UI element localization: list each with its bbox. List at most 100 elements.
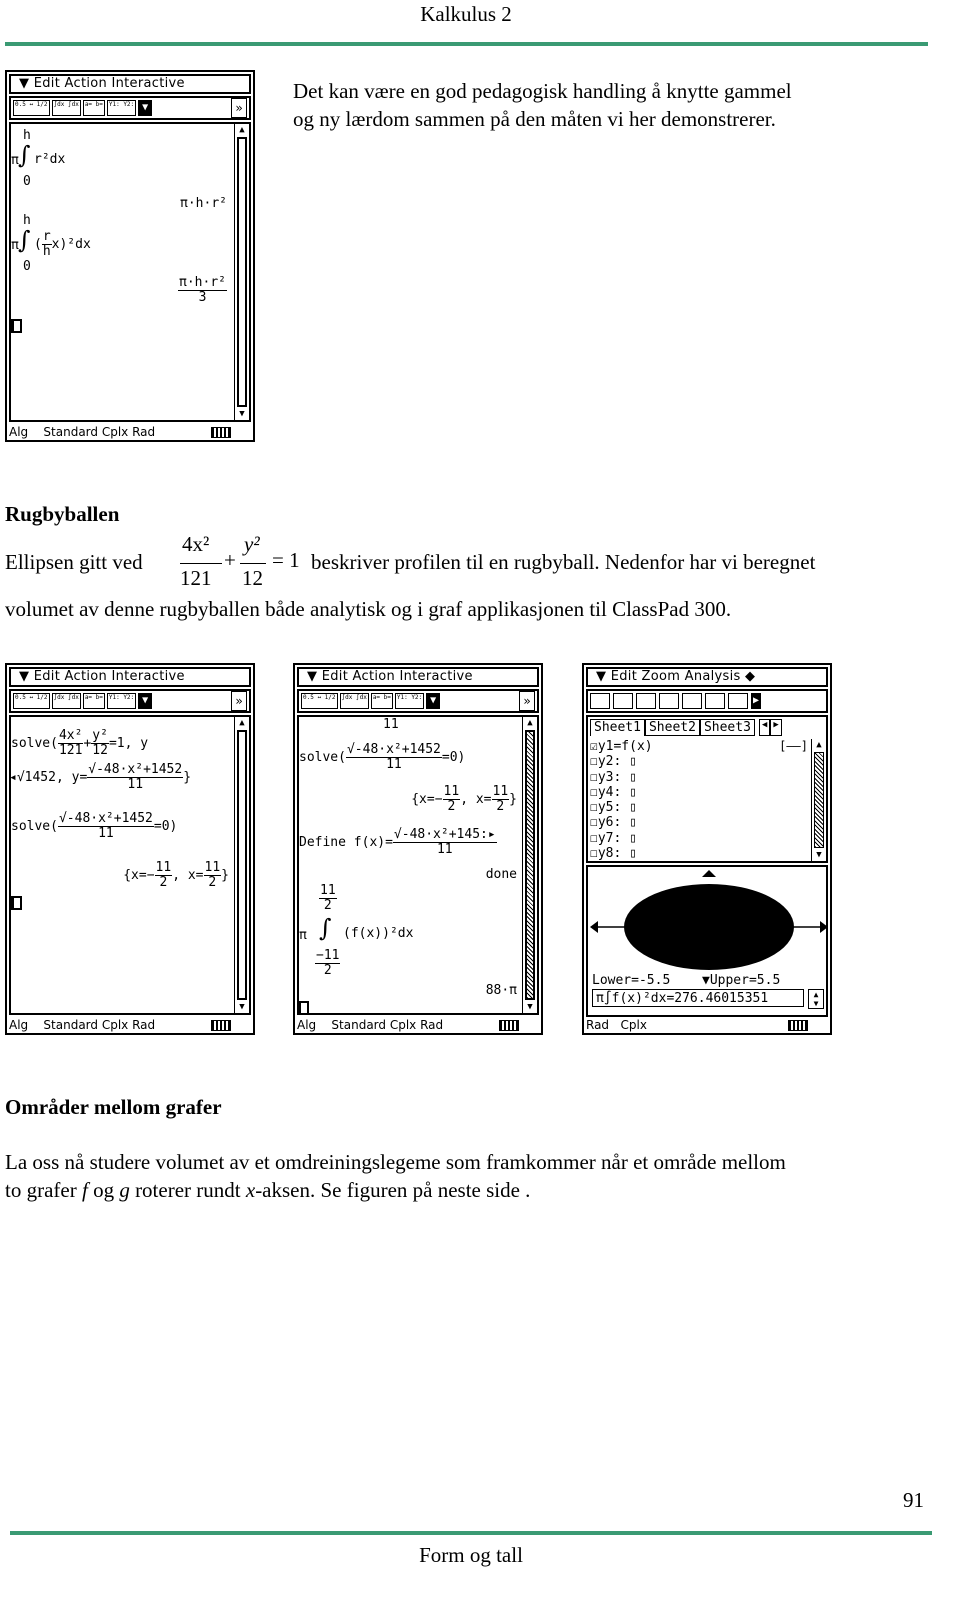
menu-bar: ▼ Edit Zoom Analysis ◆ (586, 667, 828, 687)
integral1-result: π·h·r² (180, 196, 227, 211)
define-function-input: Define f(x)= √-48·x²+145:▸ 11 (299, 827, 497, 857)
result-scroll-icon[interactable]: ▲ ▼ (808, 989, 824, 1009)
tab-sheet1[interactable]: Sheet1 (590, 719, 645, 736)
toolbar: ▶ (586, 689, 828, 713)
section-heading-rugbyballen: Rugbyballen (5, 502, 120, 526)
solve-ellipse-input: solve(4x² 121 + y² 12 =1, y (11, 728, 149, 758)
classpad-screenshot-define-integrate: ▼ Edit Action Interactive 0.5 ↔ 1/2 ∫dx … (293, 663, 543, 1035)
equation-prefix: Ellipsen gitt ved (5, 550, 143, 574)
integral1-body: r²dx (34, 152, 66, 167)
toolbar-function-icon: Y1: Y2: (106, 100, 137, 116)
toolbar-assign-icon: a= b= (370, 693, 393, 709)
intro-line-1: Det kan være en god pedagogisk handling … (293, 79, 792, 103)
scrollbar: ▲ ▼ (522, 717, 537, 1013)
integral-pi: π (299, 928, 307, 943)
menu-bar: ▼ Edit Action Interactive (297, 667, 539, 687)
scroll-track (525, 730, 535, 1000)
scroll-down-icon: ▼ (816, 850, 822, 860)
function-y1[interactable]: ☑y1=f(x) (590, 739, 653, 754)
fraction-bar (240, 563, 266, 564)
section-heading-omrader: Områder mellom grafer (5, 1095, 222, 1119)
toolbar-more-icon: » (231, 691, 247, 711)
solve-zero-input: solve(√-48·x²+1452 11 =0) (299, 742, 466, 772)
line-style-selector[interactable]: [——] (779, 739, 808, 753)
menu-items: Edit Zoom Analysis ◆ (610, 669, 756, 684)
footer-rule (10, 1531, 932, 1535)
integral-body: (f(x))²dx (343, 926, 414, 941)
paragraph-line-1: La oss nå studere volumet av et omdreini… (5, 1150, 786, 1174)
status-bar: Alg Standard Cplx Rad (297, 1017, 539, 1033)
scrollbar: ▲ ▼ (234, 124, 249, 420)
eq-denominator-1: 121 (180, 566, 212, 590)
input-cursor[interactable] (11, 896, 22, 910)
toolbar-function-icon (636, 693, 656, 709)
eq-numerator-1: 4x² (182, 532, 210, 556)
upper-bound: ▼Upper=5.5 (702, 973, 781, 988)
function-y3[interactable]: ☐y3: ▯ (590, 770, 653, 785)
toolbar-zoom-box-icon (682, 693, 702, 709)
toolbar-more-icon: » (231, 98, 247, 118)
function-y2[interactable]: ☐y2: ▯ (590, 754, 653, 769)
scrollbar: ▲ ▼ (234, 717, 249, 1013)
classpad-screenshot-integrals: ▼ Edit Action Interactive 0.5 ↔ 1/2 ∫dx … (5, 70, 255, 442)
ellipse-equation: 4x² 121 + y² 12 = 1 (178, 530, 300, 596)
footer-title: Form og tall (419, 1543, 523, 1567)
toolbar-dropdown-icon: ▼ (138, 693, 153, 709)
input-cursor[interactable] (11, 319, 22, 333)
toolbar-dropdown-icon: ▼ (426, 693, 441, 709)
tab-prev-icon[interactable]: ◀ (758, 719, 771, 736)
toolbar-dropdown-icon: ▼ (138, 100, 153, 116)
toolbar: 0.5 ↔ 1/2 ∫dx ∫dx a= b= Y1: Y2: ▼ » (297, 689, 539, 713)
document-page: Kalkulus 2 ▼ Edit Action Interactive 0.5… (0, 0, 960, 1602)
integral-result: 88·π (485, 983, 517, 998)
integral-upper-limit: 11 2 (319, 883, 337, 913)
function-y5[interactable]: ☐y5: ▯ (590, 800, 653, 815)
menu-bar: ▼ Edit Action Interactive (9, 74, 251, 94)
integral2-body: (r h x)²dx (34, 229, 91, 259)
menu-chevron-icon: ▼ (19, 76, 34, 91)
status-bar: Rad Cplx (586, 1017, 828, 1033)
toolbar: 0.5 ↔ 1/2 ∫dx ∫dx a= b= Y1: Y2: ▼ » (9, 96, 251, 120)
status-text: Rad Cplx (586, 1018, 647, 1032)
toolbar-convert-icon: 0.5 ↔ 1/2 (301, 693, 338, 709)
right-arrow-icon (820, 921, 828, 933)
scroll-up-icon: ▲ (239, 125, 245, 135)
eq-rhs: = 1 (272, 548, 300, 572)
menu-items: Edit Action Interactive (33, 669, 185, 684)
function-y8[interactable]: ☐y8: ▯ (590, 846, 653, 861)
input-cursor[interactable] (299, 1001, 309, 1015)
toolbar-assign-icon: a= b= (82, 693, 105, 709)
function-y6[interactable]: ☐y6: ▯ (590, 815, 653, 830)
scroll-down-icon: ▼ (527, 1002, 533, 1012)
scroll-track (237, 730, 247, 1000)
toolbar-table-icon (590, 693, 610, 709)
status-text: Alg Standard Cplx Rad (297, 1018, 444, 1032)
tab-next-icon[interactable]: ▶ (770, 719, 782, 736)
equation-suffix: beskriver profilen til en rugbyball. Ned… (311, 550, 816, 574)
scroll-track (814, 752, 824, 848)
battery-icon (211, 1020, 231, 1031)
tab-sheet3[interactable]: Sheet3 (699, 719, 755, 736)
toolbar-integral-icon: ∫dx ∫dx (51, 693, 81, 709)
status-bar: Alg Standard Cplx Rad (9, 1017, 251, 1033)
graph-window[interactable]: Lower=-5.5 ▼Upper=5.5 π∫f(x)²dx=276.4601… (586, 865, 828, 1017)
solve-zero-output: {x=− 11 2, x= 11 2} (411, 784, 517, 814)
scroll-down-icon: ▼ (239, 409, 245, 419)
scrollbar: ▲ ▼ (811, 739, 826, 861)
toolbar-assign-icon: a= b= (82, 100, 105, 116)
toolbar-convert-icon: 0.5 ↔ 1/2 (13, 100, 50, 116)
status-bar: Alg Standard Cplx Rad (9, 424, 251, 440)
classpad-screenshot-solve: ▼ Edit Action Interactive 0.5 ↔ 1/2 ∫dx … (5, 663, 255, 1035)
fraction-bar (180, 563, 222, 564)
solve-zero-output: {x=− 11 2, x= 11 2} (123, 860, 229, 890)
scrolled-previous-line: 11 (383, 717, 399, 732)
page-header: Kalkulus 2 (420, 2, 512, 26)
function-editor: Sheet1 Sheet2 Sheet3 ◀ ▶ ☑y1=f(x) ☐y2: ▯… (586, 715, 828, 863)
menu-chevron-icon: ▼ (596, 669, 611, 684)
scroll-track (237, 137, 247, 407)
function-y4[interactable]: ☐y4: ▯ (590, 785, 653, 800)
function-y7[interactable]: ☐y7: ▯ (590, 831, 653, 846)
battery-icon (211, 427, 231, 438)
lower-bound: Lower=-5.5 (592, 973, 671, 988)
tab-sheet2[interactable]: Sheet2 (644, 719, 700, 736)
